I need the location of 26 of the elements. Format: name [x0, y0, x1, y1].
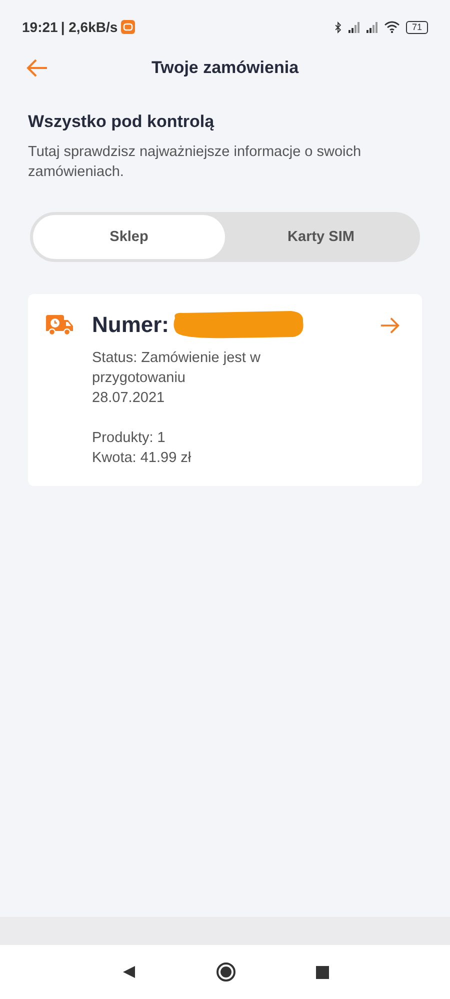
wifi-icon	[384, 21, 400, 33]
recents-nav-icon	[316, 966, 328, 978]
signal-icon	[348, 21, 360, 33]
signal-icon	[366, 21, 378, 33]
forward-arrow-icon	[380, 316, 400, 334]
order-card[interactable]: Numer: Status: Zamówienie jest w przygotowaniu 28.07.2021 Produkty: 1 Kwota: 41.99 zł	[28, 294, 422, 486]
tab[interactable]: Karty SIM	[225, 215, 417, 259]
home-nav-icon	[216, 962, 236, 982]
product-count: Produkty: 1	[92, 429, 166, 448]
page-title: Twoje zamówienia	[151, 58, 299, 78]
section-heading: Wszystko pod kontrolą	[28, 112, 216, 132]
order-date: 28.07.2021	[92, 389, 166, 408]
description: Tutaj sprawdzisz najważniejsze informacje o swoich zamówieniach.	[28, 143, 362, 182]
network-speed: | 2,6kB/s	[60, 19, 118, 35]
truck-icon	[46, 314, 74, 336]
back-arrow-icon	[26, 59, 48, 77]
order-amount: Kwota: 41.99 zł	[92, 449, 192, 468]
back-button[interactable]	[24, 57, 50, 79]
back-nav-icon	[122, 965, 136, 979]
bluetooth-icon	[334, 20, 342, 34]
battery-indicator: 71	[406, 20, 428, 34]
app-notification-icon	[120, 20, 135, 34]
tab[interactable]: Sklep	[33, 215, 225, 259]
order-number-label: Numer:	[92, 312, 170, 338]
order-status: Status: Zamówienie jest w przygotowaniu	[92, 349, 262, 388]
clock: 19:21	[22, 19, 58, 35]
